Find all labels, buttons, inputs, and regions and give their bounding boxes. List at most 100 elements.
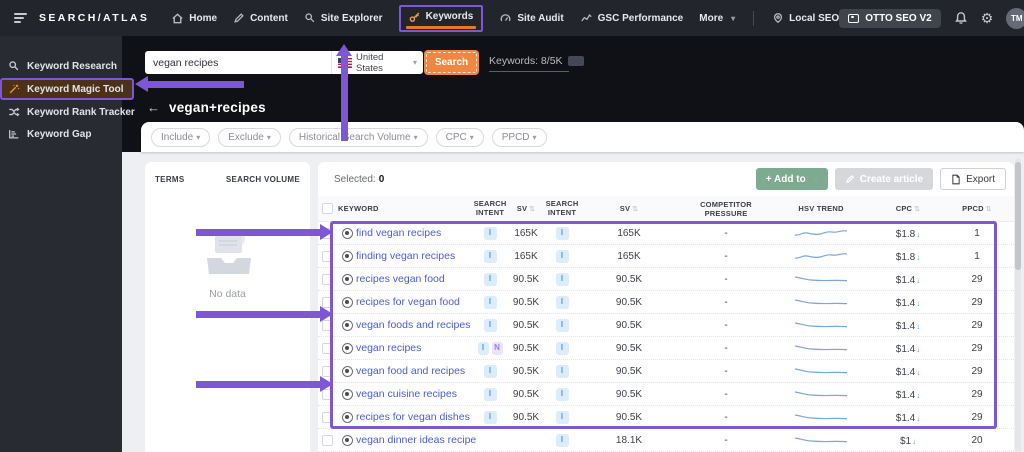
nav-home[interactable]: Home <box>171 12 217 25</box>
nav-local-seo[interactable]: Local SEO <box>772 12 839 24</box>
row-checkbox[interactable] <box>322 365 333 377</box>
keyword-link[interactable]: vegan food and recipes <box>356 365 476 377</box>
search-intent-badges-2: I <box>548 341 576 355</box>
country-select[interactable]: United States <box>331 51 423 74</box>
header-hsv-trend[interactable]: HSV TREND <box>770 204 872 213</box>
nav-keywords[interactable]: Keywords <box>398 4 484 32</box>
row-checkbox[interactable] <box>322 250 333 262</box>
bullseye-icon[interactable] <box>341 319 353 331</box>
sidebar-item-keyword-gap[interactable]: Keyword Gap <box>0 124 122 144</box>
keyword-link[interactable]: find vegan recipes <box>356 227 476 239</box>
intent-badge-I: I <box>483 226 497 240</box>
header-cpc[interactable]: CPC <box>872 204 944 213</box>
bullseye-icon[interactable] <box>341 434 353 446</box>
bullseye-icon[interactable] <box>341 365 353 377</box>
hamburger-menu-icon[interactable] <box>14 13 27 23</box>
select-all-checkbox[interactable] <box>322 203 333 214</box>
keyword-search-input[interactable] <box>145 51 331 74</box>
row-checkbox[interactable] <box>322 342 333 354</box>
header-ppcd[interactable]: PPCD <box>944 204 1010 213</box>
settings-gear-icon[interactable]: ⚙ <box>981 11 994 25</box>
keyword-link[interactable]: finding vegan recipes <box>356 250 476 262</box>
table-row[interactable]: vegan foods and recipes I 90.5K I 90.5K … <box>318 314 1014 337</box>
trend-down-icon <box>916 362 920 380</box>
sidebar-item-keyword-research[interactable]: Keyword Research <box>0 56 122 76</box>
sidebar-item-keyword-rank-tracker[interactable]: Keyword Rank Tracker <box>0 102 135 122</box>
sv-value-2: 165K <box>617 250 641 262</box>
header-search-intent-2[interactable]: SEARCH INTENT <box>546 199 579 217</box>
row-checkbox[interactable] <box>322 434 333 446</box>
back-arrow-icon[interactable]: ← <box>147 100 160 115</box>
competitor-pressure-value: - <box>724 411 728 423</box>
keyword-link[interactable]: vegan cuisine recipes <box>356 388 476 400</box>
bullseye-icon[interactable] <box>341 388 353 400</box>
keyword-link[interactable]: vegan foods and recipes <box>356 319 476 331</box>
nav-more[interactable]: More <box>699 13 735 24</box>
bullseye-icon[interactable] <box>341 250 353 262</box>
row-checkbox[interactable] <box>322 273 333 285</box>
nav-site-audit[interactable]: Site Audit <box>499 12 564 24</box>
row-checkbox[interactable] <box>322 319 333 331</box>
bullseye-icon[interactable] <box>341 411 353 423</box>
nav-gsc-performance[interactable]: GSC Performance <box>580 12 683 24</box>
keywords-table-panel: Selected:0 + Add to Create article Expor… <box>318 162 1014 452</box>
intent-badge-N: N <box>491 341 503 355</box>
row-checkbox[interactable] <box>322 411 333 423</box>
bullseye-icon[interactable] <box>341 342 353 354</box>
keyword-link[interactable]: vegan dinner ideas recipes <box>356 434 476 446</box>
table-row[interactable]: recipes vegan food I 90.5K I 90.5K - $1.… <box>318 268 1014 291</box>
row-checkbox[interactable] <box>322 388 333 400</box>
row-checkbox[interactable] <box>322 296 333 308</box>
intent-badge-I: I <box>555 364 569 378</box>
header-keyword[interactable]: KEYWORD <box>338 204 476 213</box>
sv-value-2: 90.5K <box>615 273 643 285</box>
table-row[interactable]: finding vegan recipes I 165K I 165K - $1… <box>318 245 1014 268</box>
header-sv-1[interactable]: SV <box>504 204 548 213</box>
ppcd-value: 29 <box>971 319 983 331</box>
main-nav: Home Content Site Explorer Keywords Site… <box>171 4 839 32</box>
row-checkbox[interactable] <box>322 227 333 239</box>
keyword-link[interactable]: recipes for vegan dishes <box>356 411 476 423</box>
keyword-link[interactable]: vegan recipes <box>356 342 476 354</box>
export-doc-icon <box>952 174 960 184</box>
ppcd-value: 29 <box>971 388 983 400</box>
scrollbar-thumb[interactable] <box>1015 162 1021 270</box>
table-row[interactable]: vegan recipes IN 90.5K I 90.5K - $1.4 29 <box>318 337 1014 360</box>
otto-seo-button[interactable]: OTTO SEO V2 <box>839 8 941 28</box>
table-row[interactable]: vegan food and recipes I 90.5K I 90.5K -… <box>318 360 1014 383</box>
keyword-link[interactable]: recipes for vegan food <box>356 296 476 308</box>
create-article-button[interactable]: Create article <box>834 168 934 190</box>
filter-historical-search-volume[interactable]: Historical Search Volume <box>288 127 428 147</box>
header-search-intent-1[interactable]: SEARCH INTENT <box>474 199 507 217</box>
add-to-button[interactable]: + Add to <box>755 168 828 190</box>
table-row[interactable]: recipes for vegan food I 90.5K I 90.5K -… <box>318 291 1014 314</box>
bullseye-icon[interactable] <box>341 296 353 308</box>
sidebar-item-keyword-magic-tool[interactable]: Keyword Magic Tool <box>0 78 134 100</box>
table-row[interactable]: recipes for vegan dishes I 90.5K I 90.5K… <box>318 406 1014 429</box>
intent-badge-I: I <box>483 295 497 309</box>
keyword-link[interactable]: recipes vegan food <box>356 273 476 285</box>
nav-content[interactable]: Content <box>233 12 288 24</box>
bullseye-icon[interactable] <box>341 227 353 239</box>
table-row[interactable]: find vegan recipes I 165K I 165K - $1.8 … <box>318 222 1014 245</box>
vertical-scrollbar[interactable] <box>1015 158 1021 452</box>
bullseye-icon[interactable] <box>341 273 353 285</box>
filter-exclude[interactable]: Exclude <box>218 127 281 147</box>
table-row[interactable]: vegan dinner ideas recipes I 18.1K - $1 … <box>318 429 1014 452</box>
notifications-bell-icon[interactable] <box>954 11 968 25</box>
sv-value-1: 165K <box>514 250 538 262</box>
search-intent-badges-1: I <box>476 272 504 286</box>
cpc-cell: $1.4 <box>872 270 944 288</box>
table-row[interactable]: vegan cuisine recipes I 90.5K I 90.5K - … <box>318 383 1014 406</box>
header-competitor-pressure[interactable]: COMPETITOR PRESSURE <box>682 200 770 218</box>
filter-include[interactable]: Include <box>151 127 211 147</box>
nav-site-explorer[interactable]: Site Explorer <box>304 12 383 24</box>
competitor-pressure-value: - <box>724 388 728 400</box>
export-button[interactable]: Export <box>940 168 1006 190</box>
filter-cpc[interactable]: CPC <box>435 127 484 147</box>
search-button[interactable]: Search <box>424 50 479 75</box>
filter-ppcd[interactable]: PPCD <box>491 127 547 147</box>
ppcd-value: 1 <box>974 227 980 239</box>
header-sv-2[interactable]: SV <box>576 204 682 213</box>
user-menu[interactable]: TM <box>1006 7 1024 29</box>
